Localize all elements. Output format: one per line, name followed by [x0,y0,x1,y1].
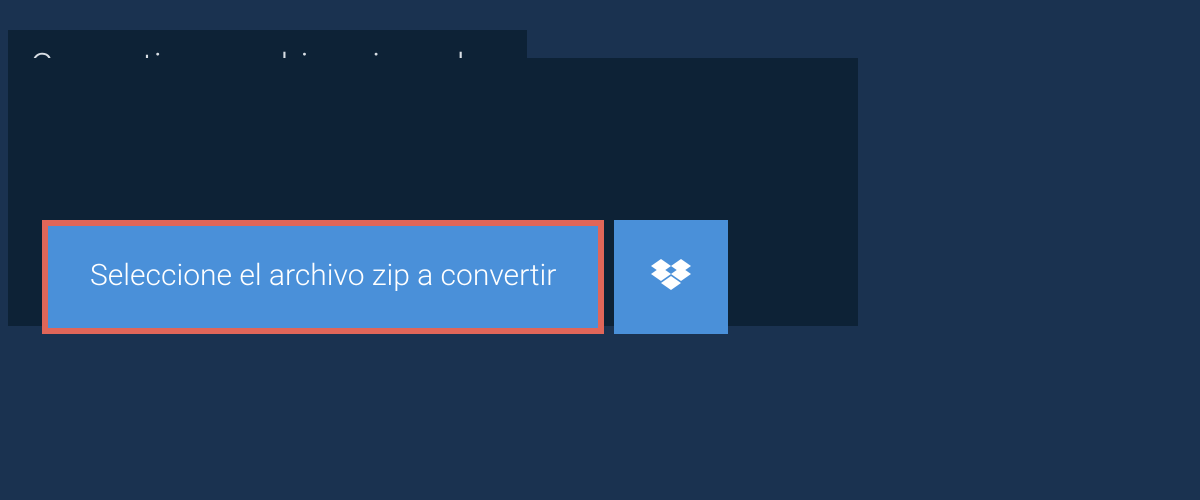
select-file-button[interactable]: Seleccione el archivo zip a convertir [42,220,604,334]
dropbox-upload-button[interactable] [614,220,728,334]
upload-panel: Seleccione el archivo zip a convertir [8,58,858,326]
dropbox-icon [651,259,691,295]
button-row: Seleccione el archivo zip a convertir [42,220,728,334]
